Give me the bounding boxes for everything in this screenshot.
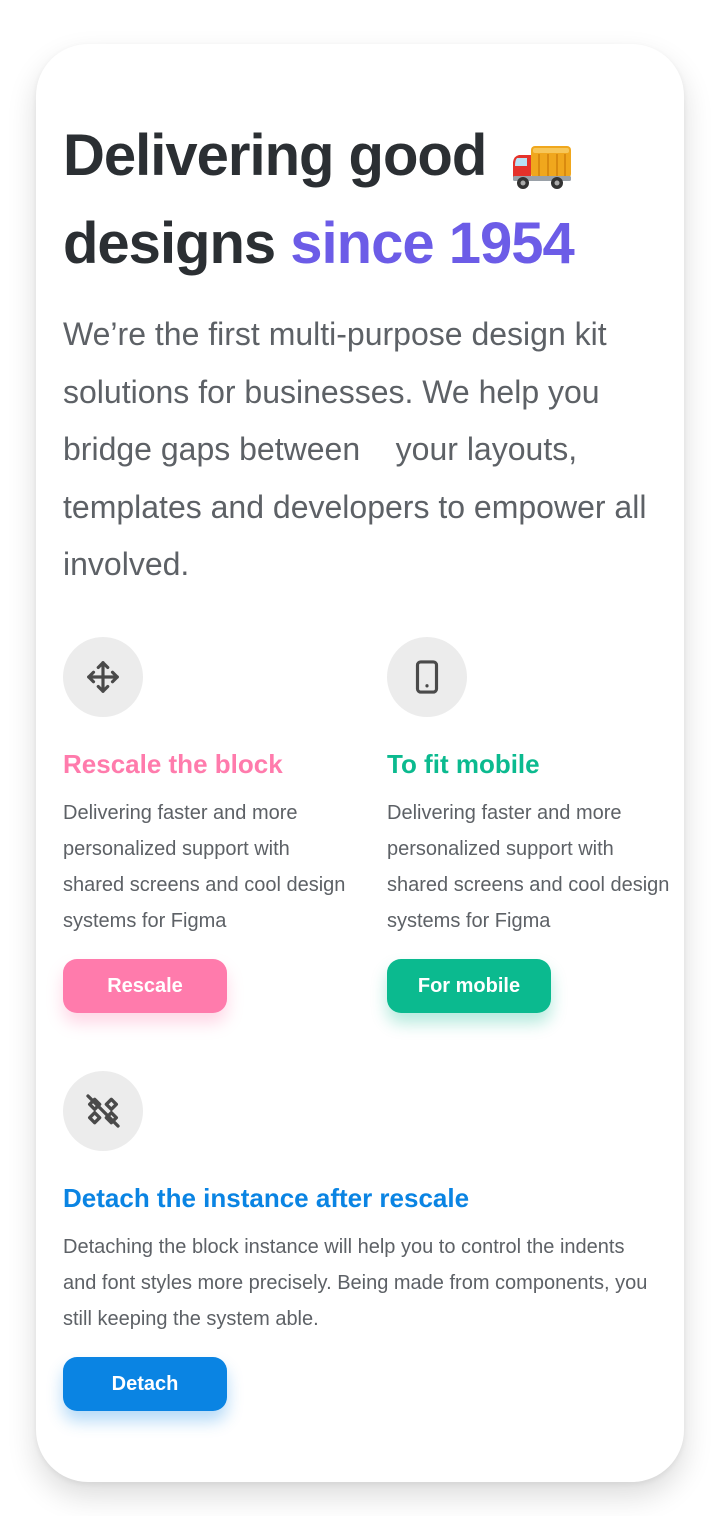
detach-button[interactable]: Detach <box>63 1357 227 1411</box>
feature-title: Rescale the block <box>63 749 283 779</box>
hero-description: We’re the first multi-purpose design kit… <box>63 316 656 582</box>
hero-title-accent: since 1954 <box>290 211 574 276</box>
smartphone-icon <box>387 637 467 717</box>
feature-title: To fit mobile <box>387 749 540 779</box>
feature-card: Delivering good designs since 1954 We’re… <box>36 44 684 1482</box>
feature-description: Detaching the block instance will help y… <box>63 1236 648 1330</box>
hero-title-line2: designs <box>63 211 291 276</box>
feature-description: Delivering faster and more personalized … <box>63 802 346 932</box>
rescale-button[interactable]: Rescale <box>63 959 227 1013</box>
feature-mobile: To fit mobile Delivering faster and more… <box>387 637 677 1013</box>
detach-component-icon <box>63 1071 143 1151</box>
feature-title: Detach the instance after rescale <box>63 1183 470 1213</box>
feature-detach: Detach the instance after rescale Detach… <box>63 1071 663 1411</box>
feature-rescale: Rescale the block Delivering faster and … <box>63 637 353 1013</box>
hero-title-line1: Delivering good <box>63 123 487 188</box>
move-arrows-icon <box>63 637 143 717</box>
delivery-truck-icon <box>511 129 573 189</box>
for-mobile-button[interactable]: For mobile <box>387 959 551 1013</box>
feature-description: Delivering faster and more personalized … <box>387 802 670 932</box>
hero-title: Delivering good designs since 1954 <box>63 112 663 288</box>
